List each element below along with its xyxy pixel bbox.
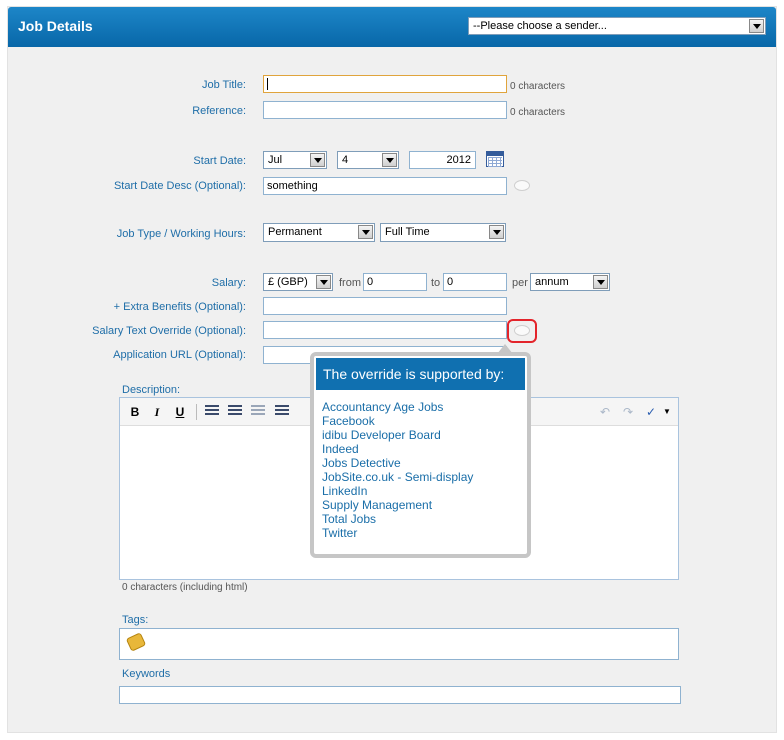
salary-from-value: 0 [367,276,374,288]
list-item: Facebook [322,414,375,428]
salary-label: Salary: [211,277,246,289]
salary-period-select[interactable]: annum [530,273,610,291]
start-date-desc-input[interactable]: something [263,177,507,195]
job-title-label: Job Title: [201,79,246,91]
list-item: LinkedIn [322,484,368,498]
bullet-list-icon[interactable] [205,405,219,417]
working-hours-select[interactable]: Full Time [380,223,506,242]
reference-input[interactable] [263,101,507,119]
chevron-down-icon[interactable]: ▼ [659,404,675,420]
start-month-select[interactable]: Jul [263,151,327,169]
list-item: Twitter [322,526,358,540]
start-date-desc-value: something [267,180,318,192]
list-item: Jobs Detective [322,456,401,470]
numbered-list-icon[interactable] [228,405,242,417]
popup-title: The override is supported by: [316,358,525,390]
extra-benefits-input[interactable] [263,297,507,315]
salary-to-input[interactable]: 0 [443,273,507,291]
description-char-count: 0 characters (including html) [122,582,248,593]
list-item: Total Jobs [322,512,377,526]
salary-to-value: 0 [447,276,454,288]
bold-button[interactable]: B [127,404,143,420]
chevron-down-icon [316,275,331,289]
salary-from-input[interactable]: 0 [363,273,427,291]
spellcheck-icon[interactable]: ✓ [643,404,659,420]
currency-select[interactable]: £ (GBP) [263,273,333,291]
text-caret [267,78,268,91]
keywords-input[interactable] [119,686,681,704]
job-type-value: Permanent [268,226,322,238]
calendar-icon[interactable] [486,151,504,167]
salary-period-value: annum [535,276,569,288]
extra-benefits-label: + Extra Benefits (Optional): [113,301,246,313]
chevron-down-icon [310,153,325,167]
tags-input[interactable] [119,628,679,660]
undo-icon[interactable]: ↶ [597,404,613,420]
tags-label: Tags: [122,614,149,626]
job-type-select[interactable]: Permanent [263,223,375,242]
start-day-value: 4 [342,154,349,166]
keywords-label: Keywords [122,668,171,680]
reference-label: Reference: [192,105,246,117]
page-title: Job Details [18,18,93,34]
chevron-down-icon [489,225,504,239]
chevron-down-icon [593,275,608,289]
underline-button[interactable]: U [172,404,188,420]
salary-to-label: to [431,277,441,289]
application-url-label: Application URL (Optional): [113,349,246,361]
help-bubble-icon[interactable] [514,325,530,336]
popup-pointer [497,344,513,354]
toolbar-divider [196,404,197,420]
tag-icon [125,632,147,652]
panel-header: Job Details --Please choose a sender... [8,7,776,47]
start-day-select[interactable]: 4 [337,151,399,169]
start-year-input[interactable]: 2012 [409,151,476,169]
salary-from-label: from [339,277,361,289]
list-item: Supply Management [322,498,433,512]
list-item: Accountancy Age Jobs [322,400,444,414]
salary-override-input[interactable] [263,321,507,339]
description-label: Description: [122,384,181,396]
salary-override-label: Salary Text Override (Optional): [92,325,246,337]
job-title-char-count: 0 characters [510,81,566,92]
start-month-value: Jul [268,154,283,166]
salary-per-label: per [512,277,528,289]
list-item: idibu Developer Board [322,428,441,442]
italic-button[interactable]: I [149,404,165,420]
list-item: Indeed [322,442,359,456]
sender-select-value: --Please choose a sender... [473,20,607,32]
redo-icon[interactable]: ↷ [620,404,636,420]
help-bubble-icon[interactable] [514,180,530,191]
currency-value: £ (GBP) [268,276,308,288]
outdent-icon[interactable] [251,405,265,417]
reference-char-count: 0 characters [510,107,566,118]
chevron-down-icon [382,153,397,167]
supported-boards-list: Accountancy Age Jobs Facebook idibu Deve… [322,400,473,540]
start-date-desc-label: Start Date Desc (Optional): [113,180,246,192]
chevron-down-icon [749,19,764,33]
job-title-input[interactable] [263,75,507,93]
indent-icon[interactable] [275,405,289,417]
start-date-label: Start Date: [193,155,246,167]
job-type-label: Job Type / Working Hours: [116,228,246,240]
list-item: JobSite.co.uk - Semi-display [322,470,474,484]
override-support-popup: The override is supported by: Accountanc… [310,344,531,558]
start-year-value: 2012 [446,154,471,166]
working-hours-value: Full Time [385,226,430,238]
chevron-down-icon [358,225,373,239]
sender-select[interactable]: --Please choose a sender... [468,17,766,35]
